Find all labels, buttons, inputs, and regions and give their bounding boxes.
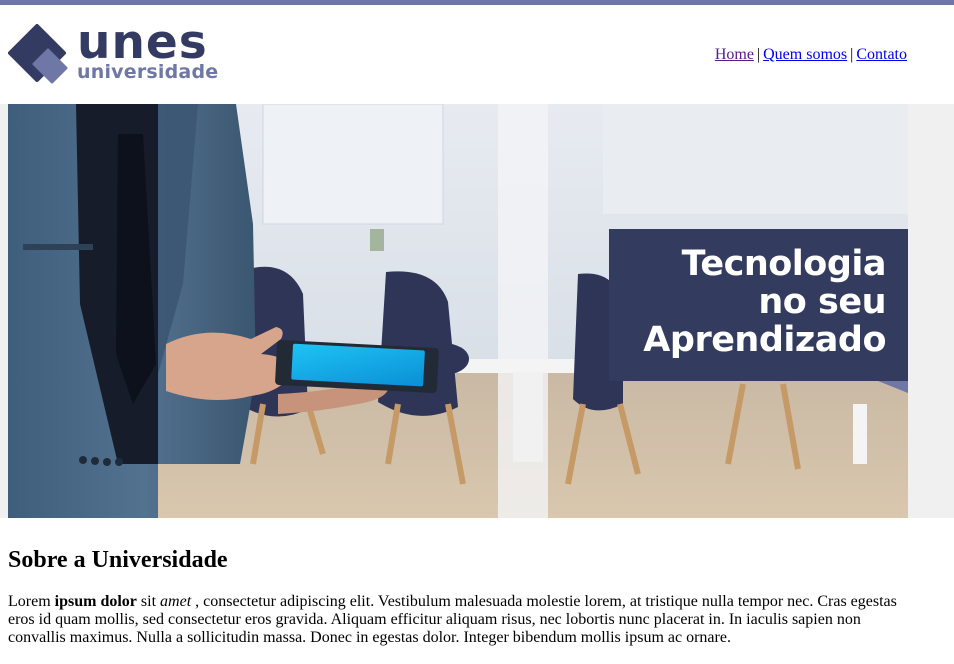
bold-text: ipsum dolor xyxy=(54,593,137,610)
nav-link-quem-somos[interactable]: Quem somos xyxy=(763,46,847,63)
headline-line: no seu xyxy=(758,282,886,322)
hero-banner: Tecnologia no seu Aprendizado xyxy=(8,104,908,518)
section-title: Sobre a Universidade xyxy=(8,547,228,573)
logo-subtitle: universidade xyxy=(77,61,219,83)
headline-line: Tecnologia xyxy=(681,244,887,284)
logo-diamond-icon xyxy=(8,24,68,84)
text-segment: sit xyxy=(136,593,161,610)
logo-text: unes universidade xyxy=(77,19,218,82)
headline-line: Aprendizado xyxy=(643,320,886,360)
italic-text: amet xyxy=(160,593,192,610)
unes-logo[interactable]: unes universidade xyxy=(8,19,228,86)
logo-wordmark: unes xyxy=(77,15,208,70)
text-segment: Lorem xyxy=(8,593,55,610)
main-nav: Home | Quem somos | Contato xyxy=(715,45,907,65)
headline-accent-shape xyxy=(878,381,908,393)
banner-headline: Tecnologia no seu Aprendizado xyxy=(609,229,908,381)
nav-link-home[interactable]: Home xyxy=(715,46,754,63)
nav-separator: | xyxy=(850,46,854,63)
nav-separator: | xyxy=(756,46,761,63)
about-paragraph: Lorem ipsum dolor sit amet , consectetur… xyxy=(8,593,908,647)
nav-link-contato[interactable]: Contato xyxy=(856,46,907,63)
top-accent-bar xyxy=(0,0,954,5)
